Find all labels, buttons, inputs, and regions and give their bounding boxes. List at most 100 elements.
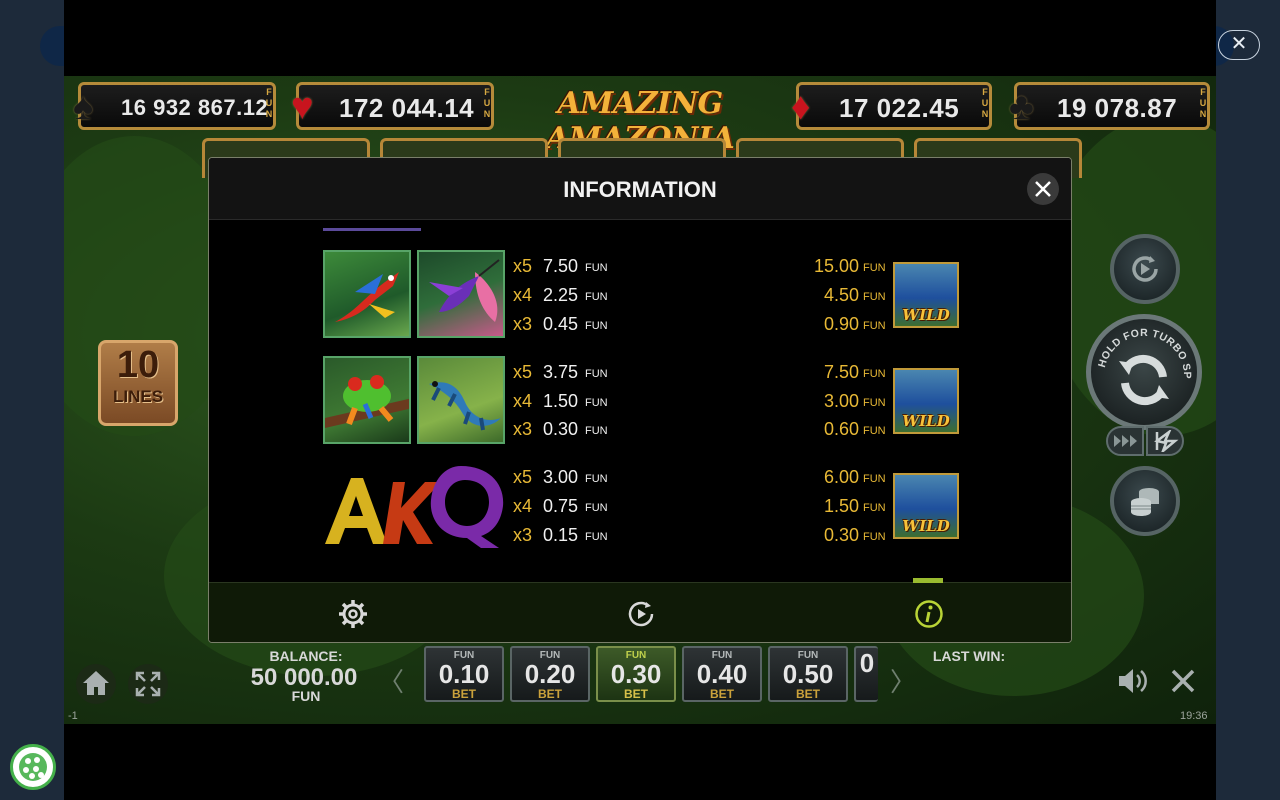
pay-unit: FUN: [585, 473, 608, 485]
lines-count: 10: [116, 344, 160, 386]
pay-amount: 2.25: [543, 285, 579, 305]
modal-header: INFORMATION: [209, 158, 1071, 220]
wild-pay-amount: 4.50: [823, 285, 859, 305]
wild-pay-amount: 15.00: [813, 256, 859, 276]
bet-label: BET: [710, 687, 734, 701]
pay-unit: FUN: [863, 397, 886, 409]
info-icon: [915, 600, 943, 628]
speaker-icon: [1119, 669, 1147, 693]
bet-value: 0: [859, 648, 875, 678]
jackpot-diamond: ♦ 17 022.45 FUN: [791, 82, 992, 130]
autoplay-button[interactable]: [1110, 234, 1180, 304]
pay-amount: 0.30: [543, 419, 579, 439]
akq-symbol: [321, 458, 507, 550]
tab-information[interactable]: [913, 598, 945, 630]
modal-title: INFORMATION: [563, 177, 717, 202]
hummingbird-icon: [429, 259, 500, 322]
wild-label: WILD: [902, 306, 950, 324]
bet-prev-arrow[interactable]: 〈: [378, 662, 404, 699]
wild-label: WILD: [902, 517, 950, 535]
pay-unit: FUN: [863, 368, 886, 380]
multiplier: x3: [513, 314, 533, 334]
spade-icon: ♠: [73, 86, 94, 128]
bet-value: 0.30: [610, 659, 662, 689]
bottom-letterbox: [64, 724, 1216, 800]
spin-button[interactable]: HOLD FOR TURBO SPIN: [1086, 314, 1202, 430]
bet-coins-button[interactable]: [1110, 466, 1180, 536]
bet-option[interactable]: FUN 0.40 BET: [682, 646, 762, 702]
pay-unit: FUN: [585, 262, 608, 274]
bet-option-partial[interactable]: 0: [854, 646, 878, 702]
multiplier: x5: [513, 256, 533, 276]
diamond-icon: ♦: [791, 86, 811, 128]
akq-letters-icon: [325, 466, 504, 548]
bet-option[interactable]: FUN 0.10 BET: [424, 646, 504, 702]
wild-symbol: WILD: [893, 473, 959, 539]
lines-badge: 10 LINES: [98, 340, 178, 426]
active-tab-indicator: [913, 578, 943, 583]
club-icon: ♣: [1009, 86, 1034, 128]
cookie-settings-button[interactable]: [10, 744, 56, 790]
wild-pay-amount: 1.50: [823, 496, 859, 516]
balance-unit: FUN: [291, 688, 321, 704]
exit-game-button[interactable]: [1170, 668, 1198, 696]
macaw-symbol: [323, 250, 411, 338]
multiplier: x3: [513, 419, 533, 439]
pay-unit: FUN: [585, 320, 608, 332]
modal-close-button[interactable]: [1027, 173, 1059, 205]
pay-amount: 0.75: [543, 496, 579, 516]
bet-value: 0.20: [524, 659, 576, 689]
tab-settings[interactable]: [337, 598, 369, 630]
bet-label: BET: [538, 687, 562, 701]
jackpot-unit: FUN: [483, 87, 491, 119]
heart-icon: ♥: [291, 86, 314, 128]
wild-pay-amount: 0.60: [823, 419, 859, 439]
fast-forward-icon: [1114, 435, 1137, 447]
home-button[interactable]: [76, 664, 116, 704]
scroll-hint-bar: [323, 228, 421, 231]
modal-footer-tabs: [209, 578, 1071, 642]
pay-amount: 7.50: [543, 256, 579, 276]
wild-pay-amount: 6.00: [823, 467, 859, 487]
left-margin: [0, 0, 64, 800]
hummingbird-symbol: [417, 250, 505, 338]
bet-option-selected[interactable]: FUN 0.30 BET: [596, 646, 676, 702]
jackpot-unit: FUN: [1199, 87, 1207, 119]
wild-symbol: WILD: [893, 262, 959, 328]
pay-unit: FUN: [863, 473, 886, 485]
fullscreen-button[interactable]: [128, 664, 168, 704]
jackpot-club: ♣ 19 078.87 FUN: [1009, 82, 1210, 130]
status-left: -1: [68, 710, 78, 722]
bet-option[interactable]: FUN 0.50 BET: [768, 646, 848, 702]
turbo-toggle[interactable]: [1106, 426, 1144, 456]
pay-unit: FUN: [585, 397, 608, 409]
autoplay-icon: [1132, 256, 1158, 282]
bolt-icon: [1154, 430, 1179, 452]
jackpot-value: 172 044.14: [339, 93, 475, 123]
lizard-symbol: [417, 356, 505, 444]
pay-unit: FUN: [863, 531, 886, 543]
bet-value: 0.40: [696, 659, 748, 689]
pay-unit: FUN: [863, 502, 886, 514]
multiplier: x5: [513, 362, 533, 382]
lizard-icon: [429, 381, 501, 431]
quick-spin-toggle[interactable]: [1146, 426, 1184, 456]
bet-option[interactable]: FUN 0.20 BET: [510, 646, 590, 702]
bet-label: BET: [624, 687, 648, 701]
bet-value: 0.10: [438, 659, 490, 689]
close-icon: [1171, 669, 1195, 693]
pay-unit: FUN: [863, 291, 886, 303]
pay-unit: FUN: [585, 531, 608, 543]
wild-symbol: WILD: [893, 368, 959, 434]
frog-icon: [325, 375, 409, 428]
wild-pay-amount: 0.30: [823, 525, 859, 545]
frog-symbol: [323, 356, 411, 444]
multiplier: x4: [513, 496, 533, 516]
pay-unit: FUN: [863, 262, 886, 274]
multiplier: x5: [513, 467, 533, 487]
gear-icon: [339, 600, 367, 628]
bet-next-arrow[interactable]: 〉: [890, 662, 916, 699]
sound-button[interactable]: [1116, 666, 1148, 696]
tab-autoplay[interactable]: [625, 598, 657, 630]
outer-close-button[interactable]: ✕: [1218, 30, 1260, 60]
